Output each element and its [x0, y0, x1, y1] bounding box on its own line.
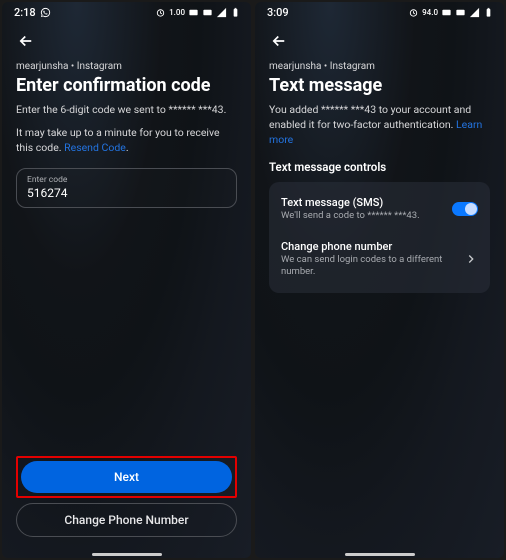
alarm-icon: [408, 7, 419, 18]
delay-text: It may take up to a minute for you to re…: [16, 125, 237, 155]
instruction-text: Enter the 6-digit code we sent to ******…: [16, 102, 237, 117]
page-title: Text message: [269, 75, 490, 96]
status-time: 3:09: [267, 6, 289, 19]
page-title: Enter confirmation code: [16, 75, 237, 96]
section-heading: Text message controls: [269, 160, 490, 174]
delay-suffix: .: [126, 141, 129, 154]
sms-toggle[interactable]: [452, 202, 478, 216]
signal-icon: [469, 7, 480, 18]
change-number-row[interactable]: Change phone number We can send login co…: [281, 236, 478, 283]
highlight-annotation: Next: [16, 456, 237, 498]
chevron-right-icon: [464, 252, 478, 266]
battery-percent: 94.0: [422, 8, 438, 17]
vowifi-icon: [441, 7, 452, 18]
network-icon: [202, 7, 213, 18]
whatsapp-icon: [40, 7, 51, 18]
arrow-left-icon: [270, 32, 288, 50]
added-prefix: You added ****** ***43 to your account a…: [269, 103, 471, 131]
vowifi-icon: [188, 7, 199, 18]
screen-confirmation: 2:18 1.00 mearjunsha • Instagram Enter c…: [2, 2, 251, 558]
change-phone-button[interactable]: Change Phone Number: [16, 503, 237, 537]
back-button[interactable]: [14, 29, 38, 53]
change-number-sub: We can send login codes to a different n…: [281, 254, 456, 279]
battery-icon: [483, 7, 494, 18]
signal-icon: [216, 7, 227, 18]
code-input-label: Enter code: [27, 175, 226, 185]
content-area: mearjunsha • Instagram Text message You …: [255, 21, 504, 551]
breadcrumb: mearjunsha • Instagram: [16, 61, 237, 72]
resend-code-link[interactable]: Resend Code: [64, 141, 126, 154]
home-indicator[interactable]: [92, 553, 162, 556]
alarm-icon: [155, 7, 166, 18]
network-icon: [455, 7, 466, 18]
sms-toggle-row[interactable]: Text message (SMS) We'll send a code to …: [281, 192, 478, 226]
controls-card: Text message (SMS) We'll send a code to …: [269, 182, 490, 293]
arrow-left-icon: [17, 32, 35, 50]
change-number-title: Change phone number: [281, 240, 456, 253]
code-input[interactable]: Enter code 516274: [16, 168, 237, 208]
status-bar: 3:09 94.0: [255, 2, 504, 21]
breadcrumb: mearjunsha • Instagram: [269, 61, 490, 72]
status-bar: 2:18 1.00: [2, 2, 251, 21]
code-input-value: 516274: [27, 186, 226, 200]
status-time: 2:18: [14, 6, 36, 19]
sms-sub: We'll send a code to ****** ***43.: [281, 210, 444, 222]
back-button[interactable]: [267, 29, 291, 53]
sms-title: Text message (SMS): [281, 196, 444, 209]
home-indicator[interactable]: [345, 553, 415, 556]
battery-icon: [230, 7, 241, 18]
next-button[interactable]: Next: [21, 461, 232, 493]
added-text: You added ****** ***43 to your account a…: [269, 102, 490, 148]
screen-text-message: 3:09 94.0 mearjunsha • Instagram Text me…: [255, 2, 504, 558]
battery-percent: 1.00: [169, 8, 185, 17]
content-area: mearjunsha • Instagram Enter confirmatio…: [2, 21, 251, 551]
